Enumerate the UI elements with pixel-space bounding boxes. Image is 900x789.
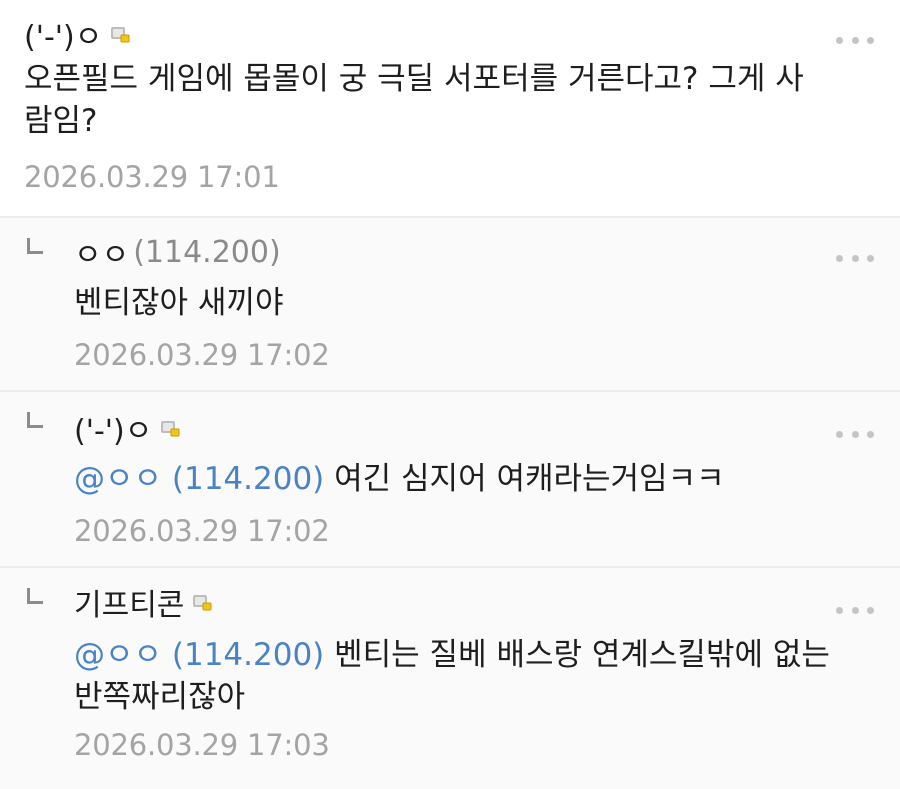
comment-text: @ㅇㅇ (114.200) 벤티는 질베 배스랑 연계스킬밖에 없는 반쪽짜리잖… — [74, 634, 854, 718]
comment-nickname[interactable]: ('-')ㅇ — [24, 12, 102, 56]
member-badge-icon — [160, 419, 180, 437]
comment-text-body: 여긴 심지어 여캐라는거임ㅋㅋ — [334, 461, 725, 497]
comment-list: ('-')ㅇ 오픈필드 게임에 몹몰이 궁 극딜 서포터를 거른다고? 그게 사… — [0, 0, 900, 789]
comment-item: ('-')ㅇ 오픈필드 게임에 몹몰이 궁 극딜 서포터를 거른다고? 그게 사… — [0, 0, 900, 216]
reply-arrow-icon — [27, 238, 43, 254]
member-badge-icon — [110, 25, 130, 43]
more-options-icon[interactable] — [836, 424, 874, 444]
member-badge-icon — [192, 593, 212, 611]
comment-ip: (114.200) — [133, 234, 281, 270]
comment-header: 기프티콘 — [74, 580, 212, 624]
comment-text: 벤티잖아 새끼야 — [74, 285, 284, 321]
comment-date: 2026.03.29 17:03 — [74, 728, 330, 762]
comment-date: 2026.03.29 17:01 — [24, 160, 280, 194]
comment-header: ㅇㅇ (114.200) — [74, 230, 281, 274]
comment-header: ('-')ㅇ — [24, 12, 130, 56]
mention-link[interactable]: @ㅇㅇ (114.200) — [74, 637, 324, 673]
comment-nickname[interactable]: 기프티콘 — [74, 580, 184, 624]
reply-item: 기프티콘 @ㅇㅇ (114.200) 벤티는 질베 배스랑 연계스킬밖에 없는 … — [0, 568, 900, 789]
comment-header: ('-')ㅇ — [74, 406, 180, 450]
reply-item: ㅇㅇ (114.200) 벤티잖아 새끼야 2026.03.29 17:02 — [0, 218, 900, 390]
reply-arrow-icon — [27, 588, 43, 604]
comment-text: 오픈필드 게임에 몹몰이 궁 극딜 서포터를 거른다고? 그게 사람임? — [24, 61, 804, 139]
reply-item: ('-')ㅇ @ㅇㅇ (114.200) 여긴 심지어 여캐라는거임ㅋㅋ 202… — [0, 392, 900, 566]
comment-text: @ㅇㅇ (114.200) 여긴 심지어 여캐라는거임ㅋㅋ — [74, 458, 900, 500]
comment-nickname[interactable]: ㅇㅇ — [74, 230, 129, 274]
more-options-icon[interactable] — [836, 30, 874, 50]
more-options-icon[interactable] — [836, 248, 874, 268]
more-options-icon[interactable] — [836, 600, 874, 620]
reply-arrow-icon — [27, 412, 43, 428]
comment-date: 2026.03.29 17:02 — [74, 338, 330, 372]
mention-link[interactable]: @ㅇㅇ (114.200) — [74, 461, 324, 497]
comment-date: 2026.03.29 17:02 — [74, 514, 330, 548]
comment-nickname[interactable]: ('-')ㅇ — [74, 406, 152, 450]
